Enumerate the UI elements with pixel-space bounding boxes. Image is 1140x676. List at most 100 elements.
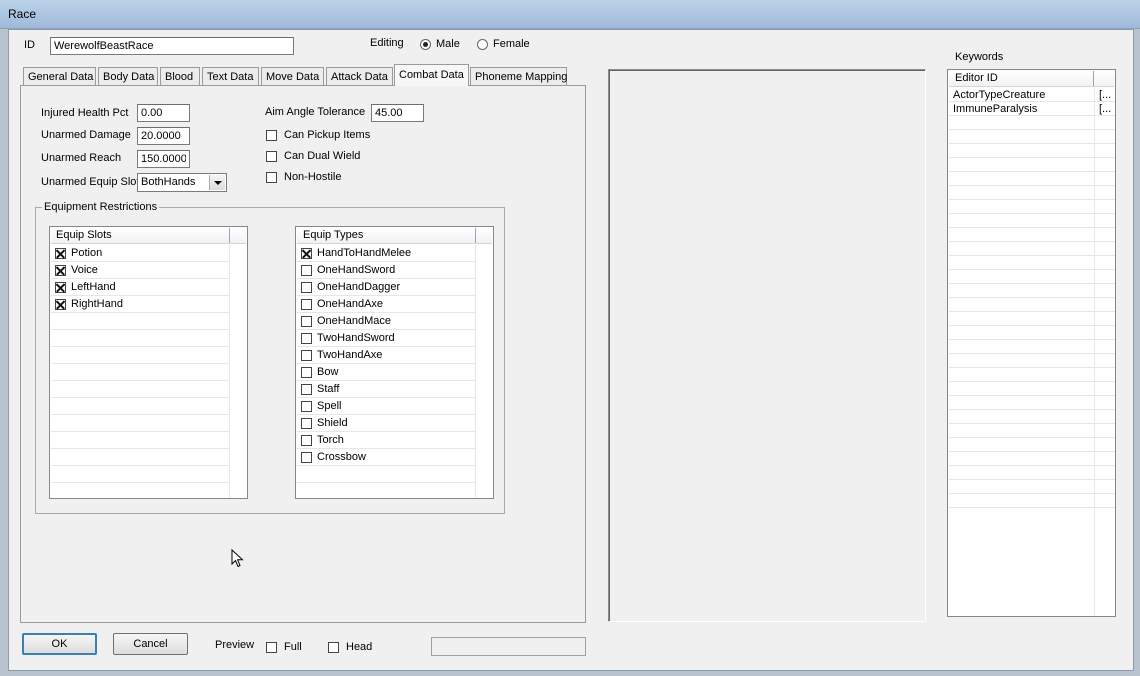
equip-type-item-checkbox[interactable]: [301, 265, 312, 276]
equip-type-item-checkbox[interactable]: [301, 401, 312, 412]
equip-type-item-checkbox[interactable]: [301, 299, 312, 310]
equip-type-item-label: TwoHandSword: [317, 332, 395, 344]
equip-slot-item: [51, 449, 229, 466]
injured-health-pct-input[interactable]: [137, 104, 190, 122]
equip-slot-item: [51, 398, 229, 415]
equip-type-item[interactable]: Bow: [297, 364, 475, 381]
id-input[interactable]: [50, 37, 294, 55]
tab-text-data[interactable]: Text Data: [202, 67, 259, 85]
preview-full-checkbox[interactable]: [266, 642, 277, 653]
equip-slot-item-checkbox[interactable]: [55, 248, 66, 259]
aim-angle-tolerance-input[interactable]: [371, 104, 424, 122]
equip-type-item-label: Bow: [317, 366, 339, 378]
tab-move-data[interactable]: Move Data: [261, 67, 324, 85]
unarmed-reach-label: Unarmed Reach: [41, 152, 122, 164]
chevron-down-icon[interactable]: [209, 175, 225, 190]
equip-type-item-checkbox[interactable]: [301, 350, 312, 361]
equip-types-header[interactable]: Equip Types: [297, 228, 492, 244]
column-divider[interactable]: [1093, 71, 1094, 86]
equip-type-item-checkbox[interactable]: [301, 452, 312, 463]
equip-type-item[interactable]: HandToHandMelee: [297, 245, 475, 262]
equip-slot-item[interactable]: RightHand: [51, 296, 229, 313]
preview-full-label: Full: [284, 641, 302, 653]
equip-slots-list[interactable]: Equip Slots Potion Voice LeftHand RightHand: [49, 226, 248, 499]
equip-type-item-label: HandToHandMelee: [317, 247, 412, 259]
keyword-row: [949, 172, 1115, 186]
can-pickup-items-checkbox[interactable]: [266, 130, 277, 141]
equip-type-item-label: Torch: [317, 434, 344, 446]
keyword-row[interactable]: ActorTypeCreature [...: [949, 88, 1115, 102]
equip-slot-item-label: Potion: [71, 247, 103, 259]
equip-slot-item[interactable]: Voice: [51, 262, 229, 279]
equip-type-item[interactable]: TwoHandAxe: [297, 347, 475, 364]
equip-type-item-checkbox[interactable]: [301, 316, 312, 327]
keyword-row: [949, 130, 1115, 144]
column-divider[interactable]: [475, 228, 476, 243]
equip-type-item[interactable]: OneHandSword: [297, 262, 475, 279]
equip-type-item-checkbox[interactable]: [301, 367, 312, 378]
female-radio[interactable]: [477, 39, 488, 50]
keyword-row: [949, 242, 1115, 256]
equip-types-list[interactable]: Equip Types HandToHandMelee OneHandSword O…: [295, 226, 494, 499]
equip-type-item-checkbox[interactable]: [301, 384, 312, 395]
equip-type-item-checkbox[interactable]: [301, 435, 312, 446]
male-radio-label: Male: [436, 38, 460, 50]
keyword-row: [949, 368, 1115, 382]
equip-type-item[interactable]: OneHandMace: [297, 313, 475, 330]
ok-button[interactable]: OK: [22, 633, 97, 655]
equip-type-item-checkbox[interactable]: [301, 248, 312, 259]
equip-slot-item-checkbox[interactable]: [55, 265, 66, 276]
keywords-list[interactable]: Editor ID ActorTypeCreature [... ImmunePar…: [947, 69, 1116, 617]
keywords-header[interactable]: Editor ID: [949, 71, 1114, 87]
tab-combat-data[interactable]: Combat Data: [394, 64, 469, 86]
tab-phoneme-mapping[interactable]: Phoneme Mapping: [470, 67, 567, 85]
equip-slots-header[interactable]: Equip Slots: [51, 228, 246, 244]
keyword-row[interactable]: ImmuneParalysis [...: [949, 102, 1115, 116]
tab-attack-data[interactable]: Attack Data: [326, 67, 393, 85]
equip-type-item[interactable]: TwoHandSword: [297, 330, 475, 347]
can-dual-wield-checkbox[interactable]: [266, 151, 277, 162]
equip-slot-item[interactable]: Potion: [51, 245, 229, 262]
equip-type-item[interactable]: OneHandDagger: [297, 279, 475, 296]
equip-type-item[interactable]: Shield: [297, 415, 475, 432]
equip-slot-item[interactable]: LeftHand: [51, 279, 229, 296]
equip-type-item-checkbox[interactable]: [301, 333, 312, 344]
race-preview-panel[interactable]: [608, 69, 926, 622]
preview-head-checkbox[interactable]: [328, 642, 339, 653]
equip-slot-item-label: Voice: [71, 264, 98, 276]
keyword-row: [949, 144, 1115, 158]
keyword-row: [949, 256, 1115, 270]
equip-type-item[interactable]: Torch: [297, 432, 475, 449]
equip-type-item[interactable]: Staff: [297, 381, 475, 398]
equip-slot-item: [51, 483, 229, 498]
keyword-row: [949, 494, 1115, 508]
equip-slot-item: [51, 415, 229, 432]
equip-type-item-label: Staff: [317, 383, 340, 395]
equip-type-item[interactable]: Crossbow: [297, 449, 475, 466]
unarmed-reach-input[interactable]: [137, 150, 190, 168]
keyword-row: [949, 270, 1115, 284]
column-divider[interactable]: [229, 228, 230, 243]
tab-body-data[interactable]: Body Data: [98, 67, 158, 85]
non-hostile-checkbox[interactable]: [266, 172, 277, 183]
equip-slot-item-checkbox[interactable]: [55, 282, 66, 293]
unarmed-damage-input[interactable]: [137, 127, 190, 145]
cancel-button[interactable]: Cancel: [113, 633, 188, 655]
male-radio[interactable]: [420, 39, 431, 50]
equip-slots-header-label: Equip Slots: [56, 229, 112, 241]
equip-type-item-checkbox[interactable]: [301, 418, 312, 429]
equip-slot-item-checkbox[interactable]: [55, 299, 66, 310]
equip-type-item-checkbox[interactable]: [301, 282, 312, 293]
keyword-row: [949, 228, 1115, 242]
equip-type-item-label: Shield: [317, 417, 348, 429]
unarmed-equip-slot-select[interactable]: BothHands: [137, 173, 227, 192]
tab-general-data[interactable]: General Data: [23, 67, 96, 85]
unarmed-equip-slot-value: BothHands: [141, 176, 196, 188]
keyword-row: [949, 452, 1115, 466]
keyword-extra: [...: [1099, 103, 1112, 115]
keyword-row: [949, 298, 1115, 312]
tab-blood[interactable]: Blood: [160, 67, 200, 85]
equip-type-item[interactable]: OneHandAxe: [297, 296, 475, 313]
equip-type-item[interactable]: Spell: [297, 398, 475, 415]
equip-type-item: [297, 466, 475, 483]
